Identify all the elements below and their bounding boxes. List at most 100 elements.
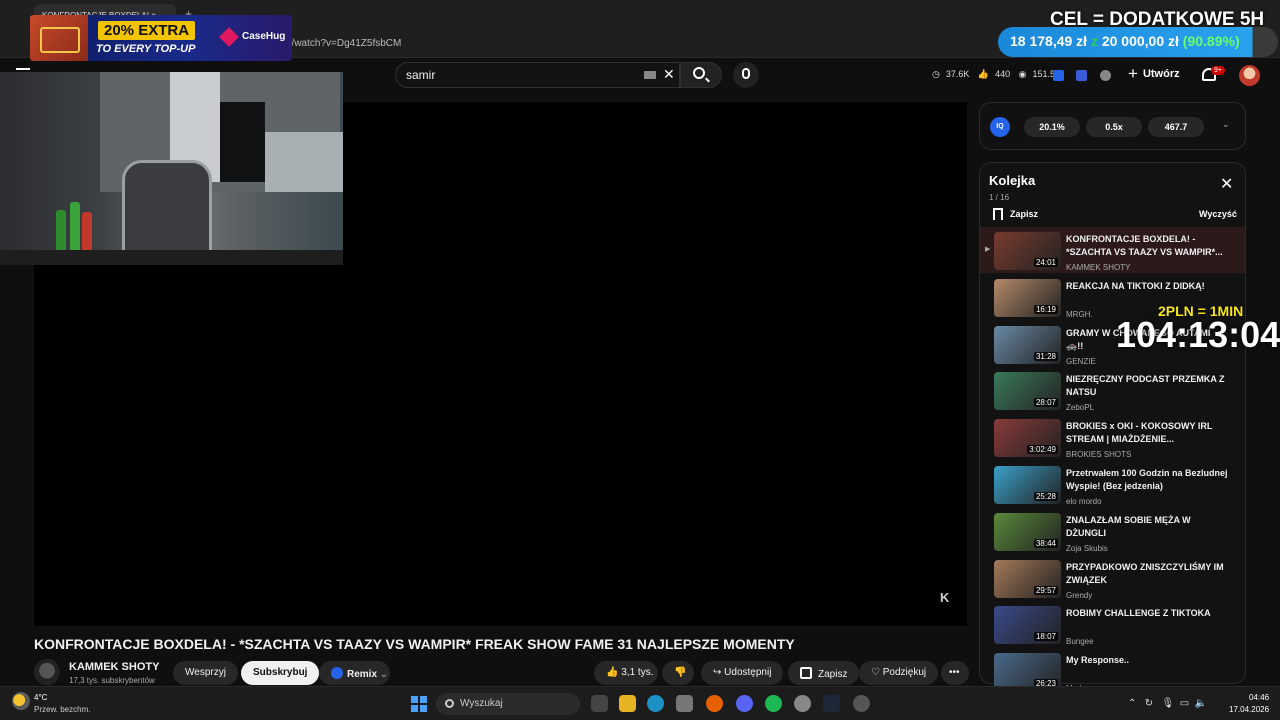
extension-value[interactable]: 467.7	[1148, 117, 1204, 137]
iq-extension-icon[interactable]	[1053, 70, 1064, 81]
sync-icon[interactable]: ↻	[1145, 698, 1153, 709]
trophy-icon[interactable]	[1099, 70, 1111, 81]
save-button[interactable]: Zapisz	[788, 661, 860, 685]
save-label: Zapisz	[818, 669, 848, 680]
keyboard-icon[interactable]	[644, 71, 656, 79]
notifications-badge: 9+	[1211, 66, 1225, 75]
queue-item-channel: Zoja Skubis	[1066, 544, 1108, 553]
firefox-icon[interactable]	[706, 695, 723, 712]
queue-thumbnail[interactable]: 38:44	[994, 513, 1061, 551]
queue-thumbnail[interactable]: 16:19	[994, 279, 1061, 317]
steam-icon[interactable]	[823, 695, 840, 712]
list-extension-icon[interactable]	[1076, 70, 1088, 81]
iq-badge[interactable]: IQ	[990, 117, 1010, 137]
weather-temperature: 4°C	[34, 693, 48, 702]
goal-percent: (90.89%)	[1182, 33, 1240, 49]
queue-item[interactable]: 29:57 PRZYPADKOWO ZNISZCZYLIŚMY IM ZWIĄZE…	[980, 555, 1245, 601]
queue-count: 1 / 16	[989, 193, 1010, 202]
queue-thumbnail[interactable]: 3:02:49	[994, 419, 1061, 457]
network-icon[interactable]: ▭	[1180, 698, 1189, 709]
windows-start-icon[interactable]	[411, 696, 427, 712]
queue-item-title[interactable]: BROKIES x OKI - KOKOSOWY IRL STREAM | MI…	[1066, 420, 1228, 446]
queue-item[interactable]: 38:44 ZNALAZŁAM SOBIE MĘŻA W DŻUNGLI Zoja …	[980, 508, 1245, 554]
queue-item-channel: Bungee	[1066, 637, 1094, 646]
extension-value[interactable]: 0.5x	[1086, 117, 1142, 137]
settings-gear-icon[interactable]	[794, 695, 811, 712]
store-icon[interactable]	[676, 695, 693, 712]
extension-icons	[1053, 68, 1119, 86]
share-button[interactable]: ↪ Udostępnij	[701, 661, 784, 685]
queue-duration: 28:07	[1033, 398, 1058, 407]
system-tray[interactable]: ⌃ ↻ 🎙 ▭ 🔈	[1128, 698, 1207, 709]
bookmark-icon[interactable]	[993, 208, 1003, 220]
queue-duration: 38:44	[1033, 539, 1058, 548]
file-explorer-icon[interactable]	[619, 695, 636, 712]
queue-thumbnail[interactable]: 29:57	[994, 560, 1061, 598]
extension-value[interactable]: 20.1%	[1024, 117, 1080, 137]
queue-thumbnail[interactable]: 28:07	[994, 372, 1061, 410]
close-icon[interactable]: ✕	[1220, 177, 1233, 193]
clear-search-icon[interactable]: ✕	[663, 66, 675, 83]
task-view-icon[interactable]	[591, 695, 608, 712]
thumbs-up-icon: 👍	[606, 667, 619, 678]
plus-icon: +	[1128, 64, 1138, 83]
queue-item[interactable]: ▶ 24:01 KONFRONTACJE BOXDELA! - *SZACHTA V…	[980, 227, 1245, 273]
queue-thumbnail[interactable]: 31:28	[994, 326, 1061, 364]
thanks-label: Podziękuj	[882, 667, 927, 678]
queue-item-title[interactable]: REAKCJA NA TIKTOKI Z DIDKĄ!	[1066, 280, 1228, 293]
queue-thumbnail[interactable]: 18:07	[994, 606, 1061, 644]
more-actions-button[interactable]: •••	[941, 661, 969, 685]
discord-icon[interactable]	[736, 695, 753, 712]
queue-item-title[interactable]: Przetrwałem 100 Godzin na Bezludnej Wysp…	[1066, 467, 1228, 493]
thumbs-down-icon: 👎	[674, 667, 687, 678]
queue-item-title[interactable]: ZNALAZŁAM SOBIE MĘŻA W DŻUNGLI	[1066, 514, 1228, 540]
share-icon: ↪	[713, 667, 725, 678]
obs-icon[interactable]	[853, 695, 870, 712]
channel-avatar[interactable]	[34, 659, 60, 685]
volume-icon[interactable]: 🔈	[1195, 698, 1207, 709]
stat-value: 37.6K	[945, 69, 970, 79]
remix-button[interactable]: Remix ⌄	[319, 661, 390, 685]
edge-browser-icon[interactable]	[647, 695, 664, 712]
taskbar-search-input[interactable]	[436, 693, 580, 715]
queue-item[interactable]: 18:07 ROBIMY CHALLENGE Z TIKTOKA Bungee	[980, 601, 1245, 647]
support-button[interactable]: Wesprzyj	[173, 661, 238, 685]
search-input[interactable]	[395, 62, 680, 88]
microphone-tray-icon[interactable]: 🎙	[1161, 698, 1174, 709]
dislike-button[interactable]: 👎	[662, 661, 694, 685]
thanks-button[interactable]: ♡ Podziękuj	[859, 661, 939, 685]
chevron-down-icon[interactable]: ⌄	[1222, 119, 1230, 130]
queue-item-title[interactable]: ROBIMY CHALLENGE Z TIKTOKA	[1066, 607, 1228, 620]
channel-name[interactable]: KAMMEK SHOTY	[69, 661, 159, 673]
queue-clear-button[interactable]: Wyczyść	[1199, 209, 1237, 219]
queue-item-title[interactable]: My Response..	[1066, 654, 1228, 667]
like-button[interactable]: 👍 3,1 tys.	[594, 661, 658, 685]
queue-item[interactable]: 25:28 Przetrwałem 100 Godzin na Bezludnej…	[980, 461, 1245, 507]
chevron-up-icon[interactable]: ⌃	[1128, 698, 1136, 709]
weather-icon[interactable]	[12, 692, 30, 710]
queue-item-title[interactable]: NIEZRĘCZNY PODCAST PRZEMKA Z NATSU	[1066, 373, 1228, 399]
promo-banner[interactable]: 20% EXTRA TO EVERY TOP-UP CaseHug	[30, 15, 292, 61]
casehug-logo-icon	[219, 27, 239, 47]
stat-value: 440	[995, 69, 1011, 79]
queue-item-title[interactable]: KONFRONTACJE BOXDELA! - *SZACHTA VS TAAZ…	[1066, 233, 1228, 259]
queue-item[interactable]: 28:07 NIEZRĘCZNY PODCAST PRZEMKA Z NATSU Z…	[980, 367, 1245, 413]
clock-date[interactable]: 17.04.2026	[1229, 705, 1269, 714]
chevron-down-icon: ⌄	[379, 669, 389, 680]
queue-duration: 3:02:49	[1027, 445, 1058, 454]
queue-duration: 29:57	[1033, 586, 1058, 595]
queue-item[interactable]: 3:02:49 BROKIES x OKI - KOKOSOWY IRL STRE…	[980, 414, 1245, 460]
spotify-icon[interactable]	[765, 695, 782, 712]
webcam-overlay	[0, 72, 343, 265]
user-avatar[interactable]	[1239, 65, 1260, 86]
create-button[interactable]: + Utwórz	[1128, 64, 1192, 86]
queue-thumbnail[interactable]: 24:01	[994, 232, 1061, 270]
clock-time[interactable]: 04:46	[1249, 693, 1269, 702]
subscribe-button[interactable]: Subskrybuj	[241, 661, 320, 685]
queue-save-button[interactable]: Zapisz	[1010, 209, 1038, 219]
extension-stats: ◷ 37.6K 👍 440 ◉ 151.5K	[932, 69, 1067, 80]
queue-item-title[interactable]: PRZYPADKOWO ZNISZCZYLIŚMY IM ZWIĄZEK	[1066, 561, 1228, 587]
queue-item-channel: BROKIES SHOTS	[1066, 450, 1132, 459]
queue-thumbnail[interactable]: 25:28	[994, 466, 1061, 504]
goal-separator: z	[1090, 33, 1098, 49]
